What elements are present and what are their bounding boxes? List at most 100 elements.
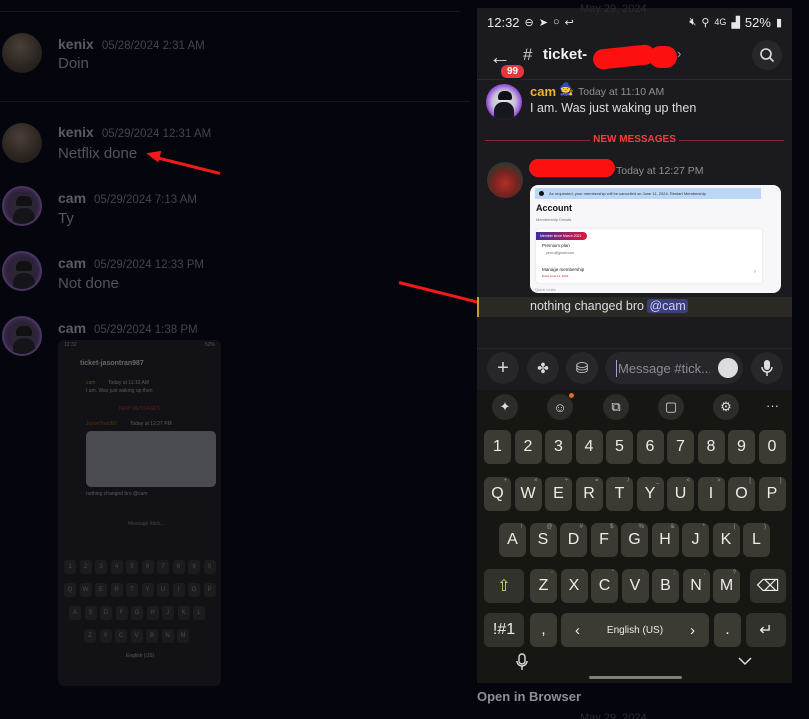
key-a[interactable]: ! A xyxy=(499,523,526,557)
key-hint: = xyxy=(594,478,599,484)
more-icon[interactable]: ··· xyxy=(766,398,779,413)
key-v[interactable]: :V xyxy=(621,569,649,603)
hide-keyboard-icon[interactable] xyxy=(738,656,752,666)
enter-key[interactable]: ↵ xyxy=(746,613,786,647)
thumb-key: E xyxy=(95,583,107,597)
unread-badge: 99 xyxy=(499,63,527,80)
image-attachment-thumbnail[interactable]: 12:32 52% ticket-jasontran987 cam Today a… xyxy=(58,340,221,686)
author-name[interactable]: cam xyxy=(58,320,86,336)
key-z[interactable]: -Z xyxy=(530,569,557,603)
user-mention[interactable]: @cam xyxy=(647,299,688,313)
key-l[interactable]: ) L xyxy=(743,523,770,557)
author-name[interactable]: cam xyxy=(530,84,556,99)
avatar-cam[interactable] xyxy=(2,251,42,291)
key-n[interactable]: ,N xyxy=(682,569,710,603)
avatar-kenix[interactable] xyxy=(2,123,42,163)
key-hint: ] xyxy=(779,478,782,484)
key-label: ↵ xyxy=(759,622,773,639)
highlighted-mention-message[interactable]: nothing changed bro @cam xyxy=(477,297,792,317)
key-d[interactable]: # D xyxy=(560,523,587,557)
key-b[interactable]: ; B xyxy=(652,569,679,603)
avatar-cam[interactable] xyxy=(2,316,42,356)
gift-button[interactable]: ⛁ xyxy=(566,352,598,384)
avatar-cam[interactable] xyxy=(486,84,522,120)
add-attachment-button[interactable]: + xyxy=(487,352,519,384)
key-s[interactable]: @ S xyxy=(529,523,557,557)
key-label: Q xyxy=(491,485,504,502)
key-c[interactable]: " C xyxy=(591,569,618,603)
key-t[interactable]: / T xyxy=(606,477,633,511)
message-input[interactable] xyxy=(618,359,710,377)
key-i[interactable]: > I xyxy=(697,477,725,511)
avatar-cam[interactable] xyxy=(2,186,42,226)
avatar-user[interactable] xyxy=(487,162,523,198)
key-m[interactable]: ? M xyxy=(713,569,740,603)
key-2[interactable]: 2 xyxy=(514,430,542,464)
key-0[interactable]: 0 xyxy=(758,430,786,464)
keyboard: ✦ ☺ ⧉ ▢ ⚙ ··· 1 2 3 4 5 6 7 8 9 0 + Q × W ÷ E = R / T _ Y < U > I… xyxy=(477,390,792,683)
key-label: H xyxy=(659,531,671,548)
key-hint: ? xyxy=(732,570,736,576)
key-e[interactable]: ÷ E xyxy=(545,477,572,511)
key-q[interactable]: + Q xyxy=(484,477,511,511)
key-h[interactable]: & H xyxy=(651,523,679,557)
key-9[interactable]: 9 xyxy=(728,430,755,464)
thumb-key: U xyxy=(157,583,169,597)
key-6[interactable]: 6 xyxy=(636,430,664,464)
key-4[interactable]: 4 xyxy=(575,430,603,464)
translate-icon[interactable]: ⧉ xyxy=(603,394,629,420)
thumb-key: 7 xyxy=(157,560,169,574)
key-u[interactable]: < U xyxy=(667,477,694,511)
author-name[interactable]: cam xyxy=(58,255,86,271)
thumb-key: T xyxy=(126,583,138,597)
emoji-icon[interactable]: ☺ xyxy=(547,394,573,420)
signal-icon: ▟ xyxy=(731,16,740,29)
voice-message-button[interactable] xyxy=(751,352,783,384)
channel-name[interactable]: ticket- xyxy=(543,46,587,63)
role-icon: 🧙 xyxy=(559,82,574,96)
key-w[interactable]: × W xyxy=(514,477,542,511)
battery-percent: 52% xyxy=(744,14,771,30)
apps-button[interactable]: ✤ xyxy=(527,352,559,384)
key-8[interactable]: 8 xyxy=(697,430,725,464)
emoji-button[interactable] xyxy=(718,358,738,378)
thumb-key: M xyxy=(177,629,189,643)
key-3[interactable]: 3 xyxy=(545,430,572,464)
key-j[interactable]: * J xyxy=(682,523,709,557)
key-g[interactable]: % G xyxy=(621,523,648,557)
image-attachment[interactable]: As requested, your membership will be ca… xyxy=(530,185,781,293)
settings-icon[interactable]: ⚙ xyxy=(713,394,739,420)
key-x[interactable]: ' X xyxy=(560,569,588,603)
backspace-key[interactable]: ⌫ xyxy=(750,569,786,603)
voice-input-icon[interactable] xyxy=(515,653,529,671)
symbols-key[interactable]: !#1 xyxy=(484,613,524,647)
thumb-time: Today at 11:10 AM xyxy=(108,380,150,386)
chevron-right-icon[interactable]: › xyxy=(677,46,681,61)
author-name[interactable]: kenix xyxy=(58,36,94,52)
key-label: V xyxy=(629,577,641,594)
key-o[interactable]: [O xyxy=(728,477,755,511)
key-r[interactable]: = R xyxy=(575,477,603,511)
channel-name-prefix: ticket- xyxy=(543,46,588,63)
key-k[interactable]: (K xyxy=(712,523,740,557)
key-7[interactable]: 7 xyxy=(667,430,694,464)
shift-key[interactable]: ⇧ xyxy=(484,569,524,603)
sparkle-icon[interactable]: ✦ xyxy=(492,394,518,420)
clipboard-icon[interactable]: ▢ xyxy=(658,394,684,420)
home-indicator[interactable] xyxy=(589,676,682,679)
key-y[interactable]: _ Y xyxy=(636,477,664,511)
comma-key[interactable]: , xyxy=(530,613,557,647)
author-name[interactable]: cam xyxy=(58,190,86,206)
avatar-kenix[interactable] xyxy=(2,33,42,73)
channel-hash-icon: # xyxy=(523,45,533,64)
key-1[interactable]: 1 xyxy=(484,430,511,464)
key-f[interactable]: $ F xyxy=(590,523,618,557)
period-key[interactable]: . xyxy=(714,613,741,647)
key-p[interactable]: ] P xyxy=(758,477,786,511)
author-name[interactable]: kenix xyxy=(58,124,94,140)
key-5[interactable]: 5 xyxy=(606,430,633,464)
key-label: J xyxy=(691,531,700,548)
open-in-browser-link[interactable]: Open in Browser xyxy=(477,689,581,704)
space-bar[interactable]: ‹ English (US) › xyxy=(561,613,709,647)
search-button[interactable] xyxy=(752,40,782,70)
